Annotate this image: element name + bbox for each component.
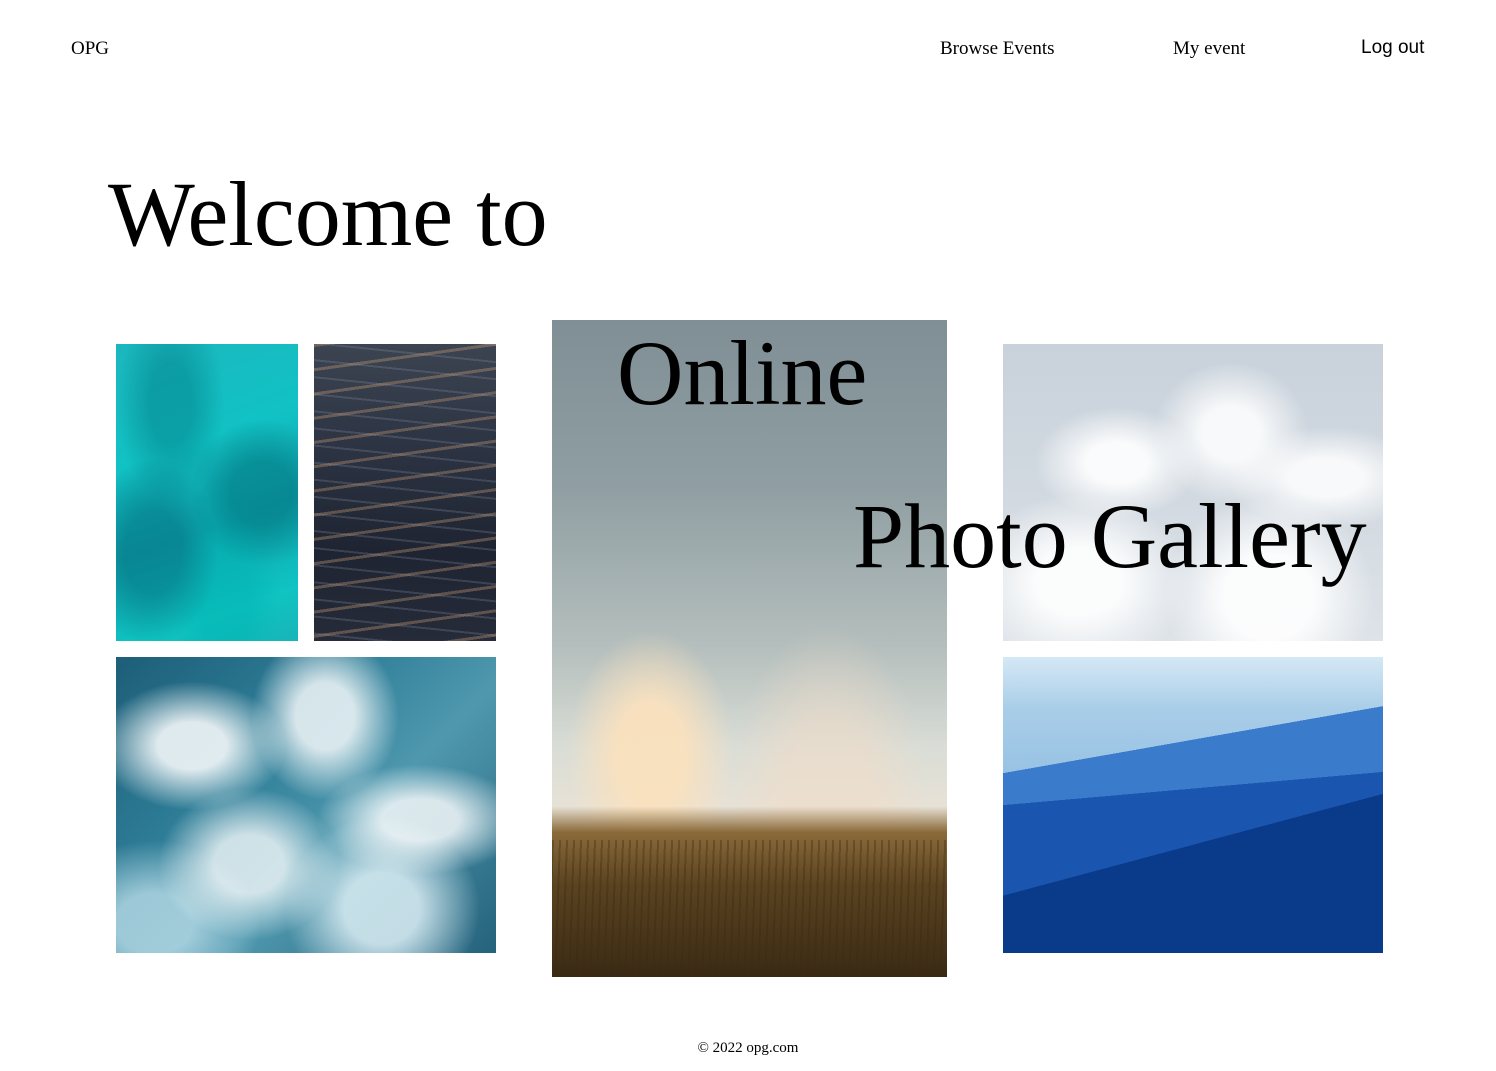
photo-blue-mountains <box>1003 657 1383 953</box>
logout-button[interactable]: Log out <box>1361 36 1424 60</box>
photo-dark-water-ripples <box>314 344 496 641</box>
photo-turquoise-water <box>116 344 298 641</box>
hero-title-welcome: Welcome to <box>108 163 548 265</box>
site-logo[interactable]: OPG <box>71 37 109 61</box>
photo-ocean-foam <box>116 657 496 953</box>
copyright-text: © 2022 opg.com <box>697 1040 799 1056</box>
hero-title-photo-gallery: Photo Gallery <box>853 485 1367 587</box>
site-footer: © 2022 opg.com <box>0 1038 1496 1058</box>
hero-title-online: Online <box>617 322 868 424</box>
nav-my-event[interactable]: My event <box>1173 37 1245 61</box>
nav-browse-events[interactable]: Browse Events <box>940 37 1055 61</box>
